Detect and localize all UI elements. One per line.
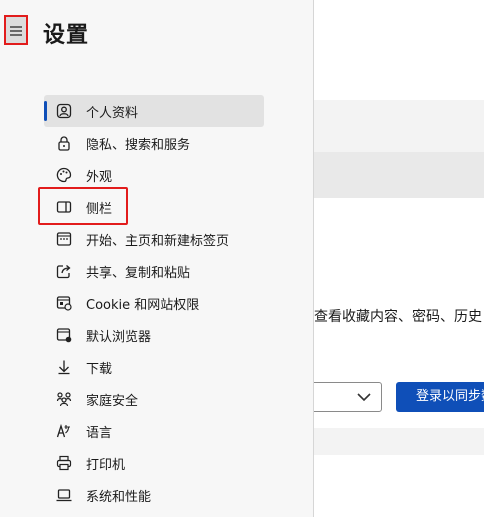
settings-nav: 个人资料 隐私、搜索和服务 外观 侧栏 开始、主页和新建标签页 共享、复制和粘贴… <box>44 95 264 511</box>
background-page-top <box>314 0 484 100</box>
nav-item-share[interactable]: 共享、复制和粘贴 <box>44 255 264 287</box>
nav-label-share: 共享、复制和粘贴 <box>86 265 191 281</box>
sign-in-sync-button[interactable]: 登录以同步数 <box>396 382 484 412</box>
nav-label-system: 系统和性能 <box>86 489 152 505</box>
nav-label-family: 家庭安全 <box>86 393 139 409</box>
nav-item-language[interactable]: 语言 <box>44 415 264 447</box>
settings-sidebar-panel: 设置 个人资料 隐私、搜索和服务 外观 侧栏 开始、主页和新建标签页 共享、复制… <box>0 0 314 517</box>
family-icon <box>54 389 74 409</box>
nav-item-cookies[interactable]: Cookie 和网站权限 <box>44 287 264 319</box>
site-permissions-icon <box>54 293 74 313</box>
profile-icon <box>54 101 74 121</box>
language-icon <box>54 421 74 441</box>
nav-item-profile[interactable]: 个人资料 <box>44 95 264 127</box>
page-title: 设置 <box>43 23 90 48</box>
nav-label-appearance: 外观 <box>86 169 113 185</box>
laptop-icon <box>54 485 74 505</box>
background-page-gap <box>314 100 484 152</box>
nav-label-profile: 个人资料 <box>86 105 139 121</box>
palette-icon <box>54 165 74 185</box>
background-profile-band <box>314 152 484 198</box>
sync-description-text: 查看收藏内容、密码、历史 <box>314 309 482 325</box>
printer-icon <box>54 453 74 473</box>
nav-label-printers: 打印机 <box>86 457 126 473</box>
nav-item-downloads[interactable]: 下载 <box>44 351 264 383</box>
home-grid-icon <box>54 229 74 249</box>
nav-item-system[interactable]: 系统和性能 <box>44 479 264 511</box>
nav-label-cookies: Cookie 和网站权限 <box>86 297 200 313</box>
nav-item-family[interactable]: 家庭安全 <box>44 383 264 415</box>
nav-label-privacy: 隐私、搜索和服务 <box>86 137 191 153</box>
chevron-down-icon <box>357 393 371 402</box>
nav-item-privacy[interactable]: 隐私、搜索和服务 <box>44 127 264 159</box>
lock-icon <box>54 133 74 153</box>
hamburger-icon <box>10 26 22 36</box>
sidebar-item-highlight-box <box>38 187 128 225</box>
nav-label-default-browser: 默认浏览器 <box>86 329 152 345</box>
menu-toggle-button[interactable] <box>4 15 28 45</box>
nav-label-language: 语言 <box>86 425 113 441</box>
browser-icon <box>54 325 74 345</box>
share-icon <box>54 261 74 281</box>
nav-item-start-home[interactable]: 开始、主页和新建标签页 <box>44 223 264 255</box>
nav-label-start-home: 开始、主页和新建标签页 <box>86 233 230 249</box>
nav-label-downloads: 下载 <box>86 361 113 377</box>
nav-item-printers[interactable]: 打印机 <box>44 447 264 479</box>
nav-item-default-browser[interactable]: 默认浏览器 <box>44 319 264 351</box>
background-lower-card <box>314 455 484 517</box>
download-icon <box>54 357 74 377</box>
